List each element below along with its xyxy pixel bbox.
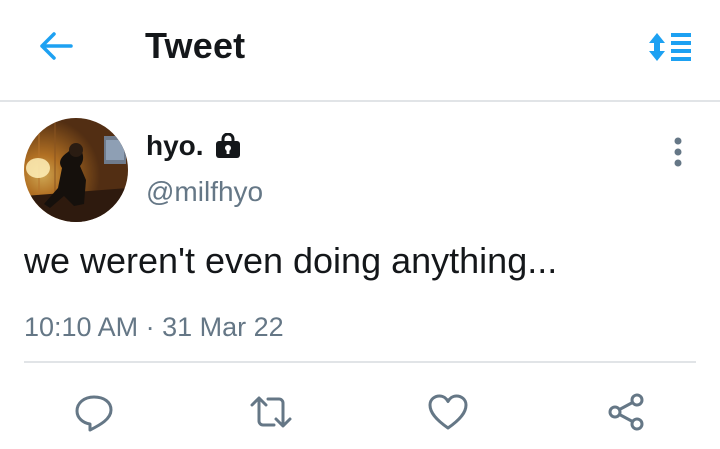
- avatar[interactable]: [24, 118, 128, 222]
- lock-icon: [214, 133, 242, 159]
- app-header: Tweet: [0, 0, 720, 102]
- back-button[interactable]: [30, 22, 82, 70]
- more-vertical-icon: [674, 137, 682, 167]
- divider: [24, 361, 696, 363]
- tweet-time: 10:10 AM: [24, 312, 139, 342]
- share-icon: [608, 393, 644, 431]
- retweet-button[interactable]: [243, 384, 299, 440]
- author-name-row: hyo.: [146, 130, 242, 162]
- reply-button[interactable]: [66, 384, 122, 440]
- share-button[interactable]: [598, 384, 654, 440]
- arrow-left-icon: [40, 32, 73, 60]
- display-name[interactable]: hyo.: [146, 130, 204, 162]
- more-options-button[interactable]: [660, 132, 696, 172]
- user-handle[interactable]: @milfhyo: [146, 176, 263, 208]
- page-title: Tweet: [145, 25, 246, 66]
- timestamp-separator: ·: [145, 312, 155, 342]
- tweet-date: 31 Mar 22: [162, 312, 284, 342]
- sort-button[interactable]: [644, 24, 698, 70]
- like-icon: [428, 394, 468, 430]
- sort-arrows-icon: [649, 33, 691, 61]
- tweet-text: we weren't even doing anything...: [24, 240, 558, 281]
- reply-icon: [75, 395, 113, 432]
- retweet-icon: [250, 396, 292, 428]
- tweet-timestamp[interactable]: 10:10 AM · 31 Mar 22: [24, 312, 284, 343]
- like-button[interactable]: [420, 384, 476, 440]
- tweet-actions: [0, 384, 720, 440]
